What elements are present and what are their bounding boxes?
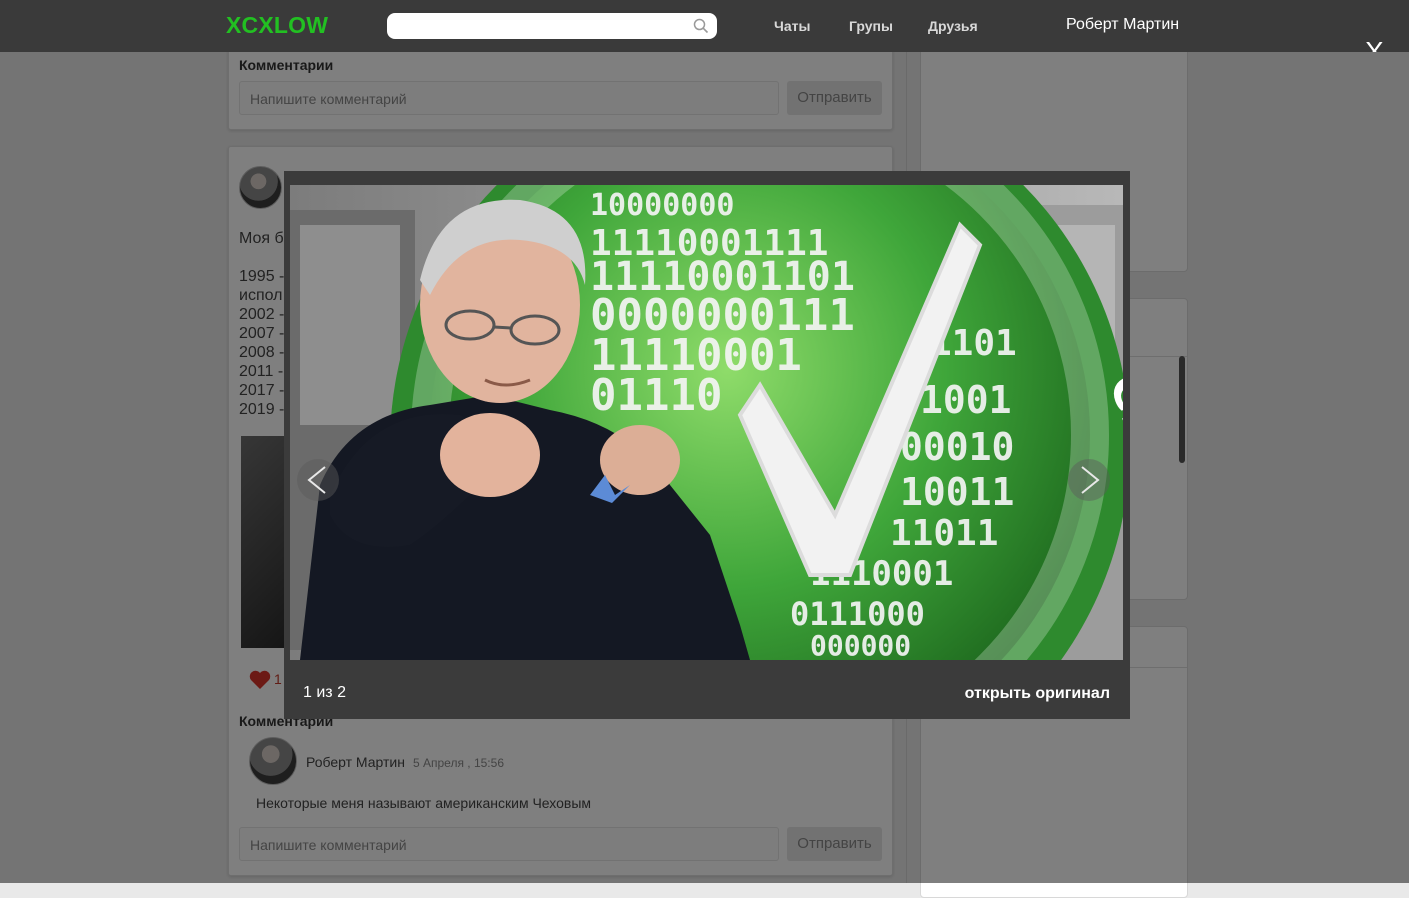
nav-chats[interactable]: Чаты	[774, 18, 810, 34]
logo[interactable]: XCXLOW	[226, 12, 328, 39]
binary-row: 00010	[900, 425, 1014, 469]
next-arrow[interactable]	[1068, 459, 1110, 501]
binary-row: 10011	[900, 470, 1014, 514]
user-name[interactable]: Роберт Мартин	[1066, 16, 1179, 34]
binary-row: 1001	[920, 378, 1012, 422]
nav-friends[interactable]: Друзья	[928, 18, 978, 34]
close-button[interactable]: X	[1365, 38, 1384, 52]
photo-counter: 1 из 2	[303, 684, 346, 701]
photo-viewer: 10000000 11110001111 11110001101 0000000…	[284, 171, 1130, 719]
search-icon[interactable]	[693, 18, 709, 34]
photo-illustration: 10000000 11110001111 11110001101 0000000…	[290, 185, 1123, 660]
top-bar: XCXLOW Чаты Групы Друзья Роберт Мартин	[0, 0, 1409, 52]
binary-row: 11011	[890, 513, 998, 554]
chevron-left-icon	[307, 466, 326, 494]
search-box[interactable]	[387, 13, 717, 39]
binary-row: 000000	[810, 629, 911, 660]
search-input[interactable]	[387, 13, 697, 39]
binary-row: 10000000	[590, 188, 735, 223]
nav-groups[interactable]: Групы	[849, 18, 893, 34]
viewer-photo[interactable]: 10000000 11110001111 11110001101 0000000…	[290, 185, 1123, 660]
chevron-right-icon	[1081, 466, 1100, 494]
open-original-link[interactable]: открыть оригинал	[965, 685, 1110, 703]
prev-arrow[interactable]	[297, 459, 339, 501]
binary-row: 0111000	[790, 595, 925, 633]
binary-row: 01110	[590, 370, 722, 421]
